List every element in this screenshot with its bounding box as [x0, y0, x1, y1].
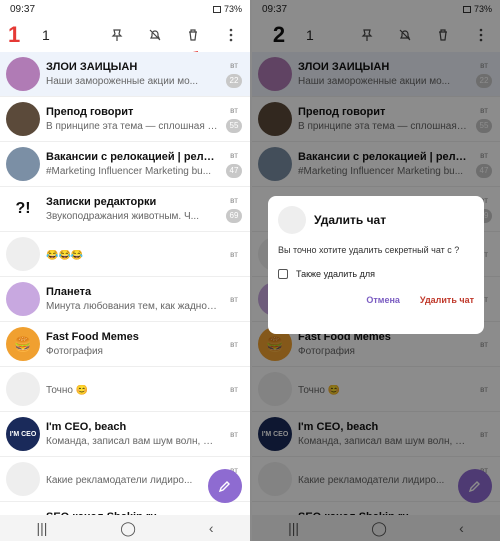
also-delete-checkbox[interactable]: Также удалить для	[278, 268, 474, 279]
chat-snippet: Звукоподражания животным. Ч...	[46, 211, 199, 222]
chat-snippet: Минута любования тем, как жадно е...	[46, 301, 218, 312]
battery-level: 73%	[223, 4, 242, 14]
delete-chat-dialog: Удалить чат Вы точно хотите удалить секр…	[268, 196, 484, 334]
chat-avatar: 🍔	[6, 327, 40, 361]
unread-badge: 69	[226, 208, 242, 223]
chat-avatar	[6, 102, 40, 136]
status-time: 09:37	[10, 3, 36, 15]
chat-row[interactable]: Точно 😊 вт	[0, 367, 250, 412]
chat-snippet: Какие рекламодатели лидиро...	[46, 475, 193, 486]
chat-snippet: #Marketing Influencer Marketing bu...	[46, 166, 212, 177]
chat-name: ЗЛОИ ЗАИЦЫАН	[46, 61, 138, 73]
cancel-button[interactable]: Отмена	[366, 295, 400, 305]
chat-avatar: ?!	[6, 192, 40, 226]
chat-avatar	[6, 57, 40, 91]
chat-time: вт	[230, 195, 238, 205]
chat-name: Вакансии с релокацией | релок...	[46, 151, 218, 163]
chat-row[interactable]: Препод говорит В принципе эта тема — спло…	[0, 97, 250, 142]
chat-row[interactable]: ЗЛОИ ЗАИЦЫАН Наши замороженные акции мо..…	[0, 52, 250, 97]
pencil-icon	[218, 481, 230, 493]
chat-snippet: Точно 😊	[46, 385, 89, 396]
chat-avatar	[6, 237, 40, 271]
chat-avatar	[6, 372, 40, 406]
checkbox-label: Также удалить для	[296, 268, 375, 279]
wifi-icon	[212, 5, 221, 13]
selected-count: 1	[42, 27, 50, 43]
chat-name: Fast Food Memes	[46, 331, 139, 343]
unread-badge: 22	[226, 73, 242, 88]
chat-time: вт	[230, 429, 238, 439]
chat-snippet: Наши замороженные акции мо...	[46, 76, 198, 87]
chat-snippet: Фотография	[46, 346, 103, 357]
chat-time: вт	[230, 249, 238, 259]
dialog-title: Удалить чат	[314, 213, 387, 227]
chat-snippet: В принципе эта тема — сплошная л...	[46, 121, 218, 132]
status-bar: 09:37 73%	[0, 0, 250, 18]
chat-name: Записки редакторки	[46, 196, 157, 208]
chat-row[interactable]: I'M CEO I'm CEO, beach Команда, записал ва…	[0, 412, 250, 457]
dialog-avatar	[278, 206, 306, 234]
step-number: 1	[8, 22, 21, 47]
unread-badge: 55	[226, 118, 242, 133]
chat-time: вт	[230, 339, 238, 349]
chat-name: Планета	[46, 286, 92, 298]
dialog-message: Вы точно хотите удалить секретный чат с …	[278, 245, 460, 255]
system-nav-bar: ||| ◯ ‹	[0, 515, 250, 541]
chat-row[interactable]: Вакансии с релокацией | релок... #Marketi…	[0, 142, 250, 187]
chat-avatar: I'M CEO	[6, 417, 40, 451]
chat-list: ЗЛОИ ЗАИЦЫАН Наши замороженные акции мо..…	[0, 52, 250, 541]
trash-icon[interactable]	[180, 22, 206, 48]
unread-badge: 47	[226, 163, 242, 178]
chat-time: вт	[230, 384, 238, 394]
screen-step-1: 09:37 73% 1 1 ЗЛОИ ЗАИЦЫАН Наши заморожен…	[0, 0, 250, 541]
more-vert-icon[interactable]	[218, 22, 244, 48]
checkbox-icon[interactable]	[278, 268, 288, 279]
pin-icon[interactable]	[104, 22, 130, 48]
selection-toolbar: 1 1	[0, 18, 250, 52]
chat-time: вт	[230, 105, 238, 115]
chat-row[interactable]: ?! Записки редакторки Звукоподражания живо…	[0, 187, 250, 232]
screen-step-2: 09:37 73% 2 1 ЗЛОИ ЗАИЦЫАН Наши заморожен…	[250, 0, 500, 541]
back-icon[interactable]: ‹	[209, 520, 214, 536]
chat-avatar	[6, 147, 40, 181]
delete-chat-button[interactable]: Удалить чат	[420, 295, 474, 305]
compose-button[interactable]	[208, 469, 242, 503]
chat-row[interactable]: 🍔 Fast Food Memes Фотография вт	[0, 322, 250, 367]
chat-time: вт	[230, 294, 238, 304]
chat-name: I'm CEO, beach	[46, 421, 127, 433]
chat-row[interactable]: 😂😂😂 вт	[0, 232, 250, 277]
home-icon[interactable]: ◯	[120, 520, 136, 537]
chat-name: Препод говорит	[46, 106, 134, 118]
chat-row[interactable]: Планета Минута любования тем, как жадно е…	[0, 277, 250, 322]
chat-snippet: 😂😂😂	[46, 250, 84, 261]
chat-avatar	[6, 462, 40, 496]
chat-time: вт	[230, 150, 238, 160]
chat-avatar	[6, 282, 40, 316]
chat-snippet: Команда, записал вам шум волн, скоро...	[46, 436, 218, 447]
chat-time: вт	[230, 60, 238, 70]
mute-icon[interactable]	[142, 22, 168, 48]
recent-apps-icon[interactable]: |||	[36, 520, 47, 536]
